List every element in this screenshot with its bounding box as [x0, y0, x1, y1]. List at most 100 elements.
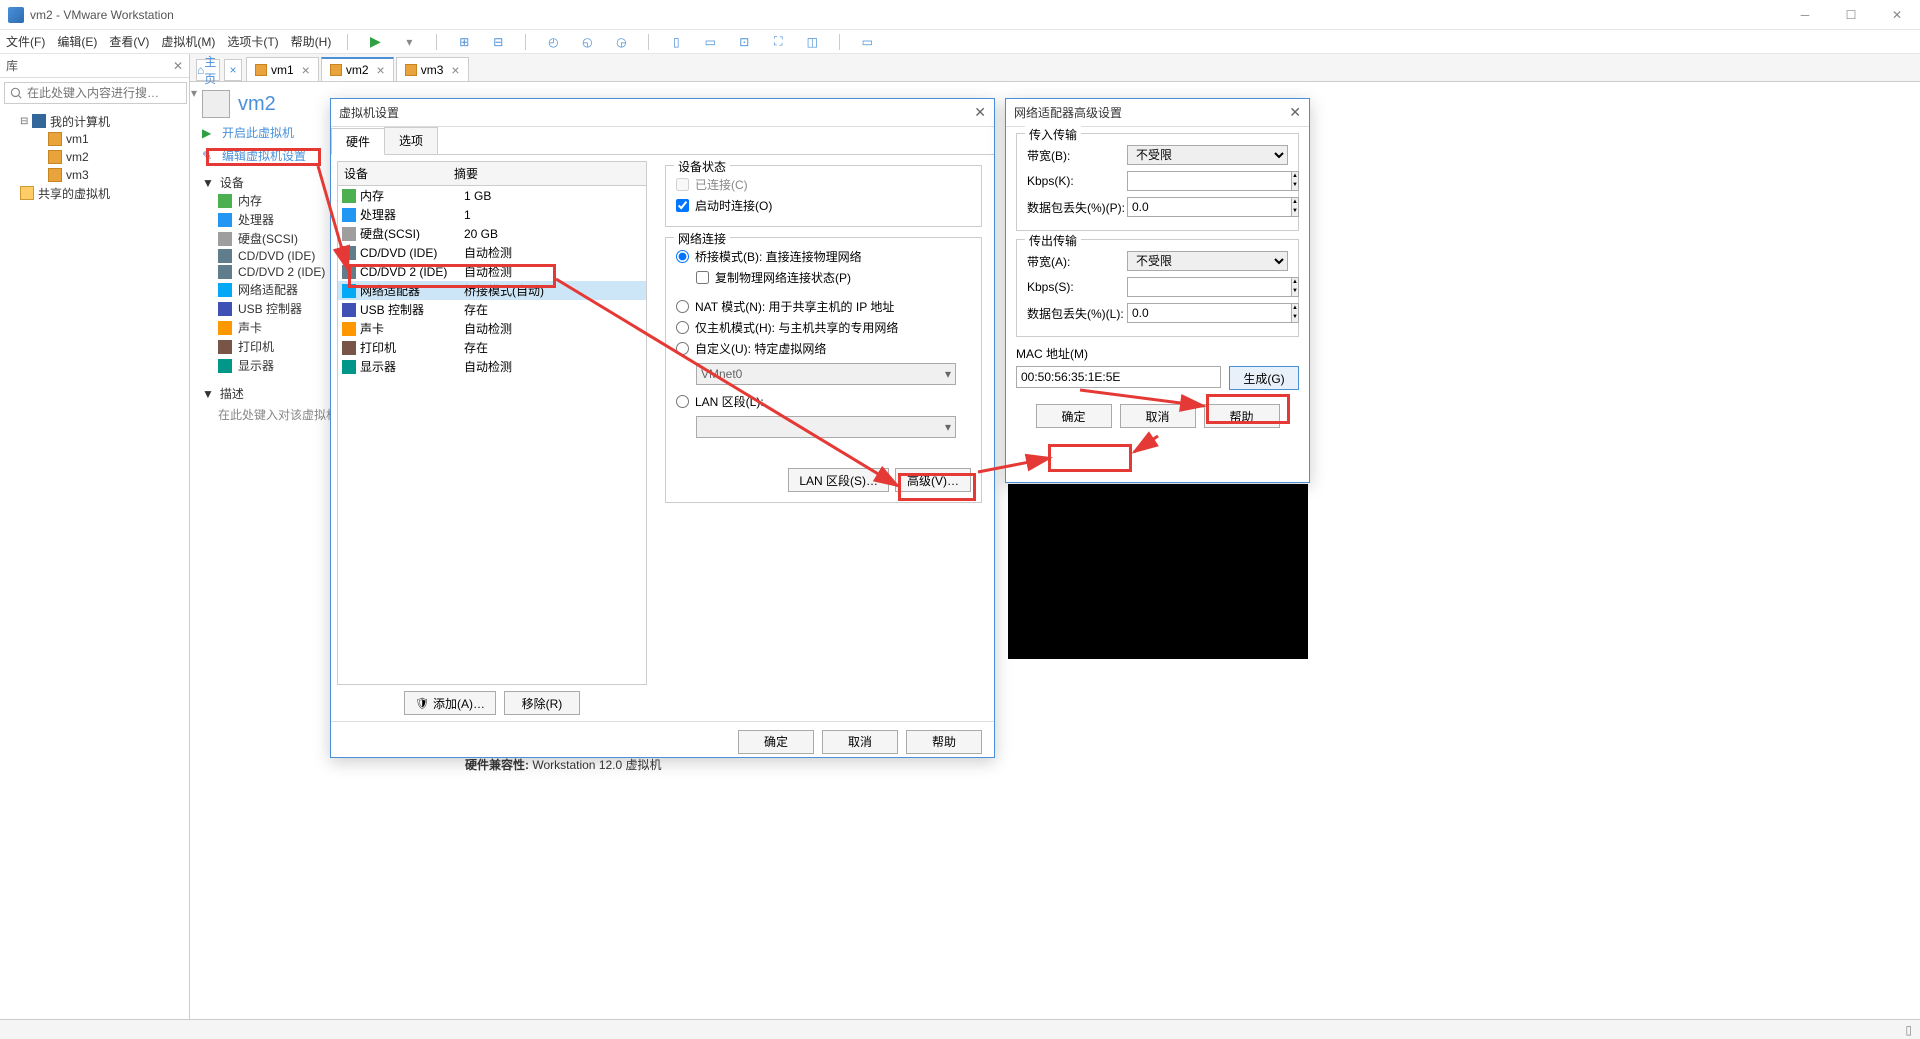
bandwidth-in-select[interactable]: 不受限: [1127, 145, 1288, 165]
close-icon[interactable]: ×: [302, 62, 310, 78]
hw-row[interactable]: 处理器1: [338, 205, 646, 224]
hw-row[interactable]: USB 控制器存在: [338, 300, 646, 319]
tree-shared[interactable]: 共享的虚拟机: [0, 184, 189, 202]
tree-root[interactable]: ⊟ 我的计算机: [0, 112, 189, 130]
hw-row[interactable]: 打印机存在: [338, 338, 646, 357]
close-icon[interactable]: ✕: [173, 59, 183, 73]
tab-vm3[interactable]: vm3×: [396, 57, 469, 81]
ok-button[interactable]: 确定: [738, 730, 814, 754]
loss-in-spinner[interactable]: ▲▼: [1127, 197, 1205, 217]
device-icon: [218, 213, 232, 227]
cancel-button[interactable]: 取消: [822, 730, 898, 754]
close-button[interactable]: ✕: [1882, 8, 1912, 22]
library-search-input[interactable]: [4, 82, 187, 104]
connect-on-power-checkbox[interactable]: [676, 199, 689, 212]
device-icon: [342, 303, 356, 317]
play-icon[interactable]: ▶: [364, 32, 386, 52]
vm-icon: [48, 132, 62, 146]
snapshot-icon[interactable]: ◴: [542, 32, 564, 52]
hw-row[interactable]: 内存1 GB: [338, 186, 646, 205]
lan-segment-radio[interactable]: [676, 395, 689, 408]
hostonly-radio[interactable]: [676, 321, 689, 334]
hw-row[interactable]: 网络适配器桥接模式(自动): [338, 281, 646, 300]
replicate-checkbox[interactable]: [696, 271, 709, 284]
library-tree: ⊟ 我的计算机 vm1 vm2 vm3 共享的虚拟机: [0, 108, 189, 206]
home-button[interactable]: ⌂ 主页: [196, 59, 220, 81]
menu-tabs[interactable]: 选项卡(T): [227, 33, 278, 50]
tree-vm[interactable]: vm2: [0, 148, 189, 166]
close-icon[interactable]: ✕: [1289, 104, 1301, 121]
device-icon: [342, 284, 356, 298]
generate-button[interactable]: 生成(G): [1229, 366, 1299, 390]
menu-edit[interactable]: 编辑(E): [57, 33, 97, 50]
collapse-icon[interactable]: ⊟: [20, 116, 32, 127]
ok-button[interactable]: 确定: [1036, 404, 1112, 428]
device-icon: [218, 249, 232, 263]
menu-vm[interactable]: 虚拟机(M): [161, 33, 215, 50]
hw-row[interactable]: CD/DVD (IDE)自动检测: [338, 243, 646, 262]
network-connection-group: 网络连接 桥接模式(B): 直接连接物理网络 复制物理网络连接状态(P) NAT…: [665, 237, 982, 503]
close-icon[interactable]: ✕: [974, 104, 986, 121]
add-button[interactable]: 添加(A)…: [404, 691, 496, 715]
cancel-button[interactable]: 取消: [1120, 404, 1196, 428]
kbps-out-spinner[interactable]: ▲▼: [1127, 277, 1205, 297]
fullscreen-icon[interactable]: ⛶: [767, 32, 789, 52]
menu-file[interactable]: 文件(F): [6, 33, 45, 50]
help-button[interactable]: 帮助: [1204, 404, 1280, 428]
help-button[interactable]: 帮助: [906, 730, 982, 754]
tab-hardware[interactable]: 硬件: [331, 128, 385, 155]
separator: [525, 34, 526, 50]
tree-vm[interactable]: vm1: [0, 130, 189, 148]
close-icon[interactable]: ×: [377, 62, 385, 78]
tab-vm1[interactable]: vm1×: [246, 57, 319, 81]
close-icon[interactable]: ×: [451, 62, 459, 78]
hw-row[interactable]: 显示器自动检测: [338, 357, 646, 376]
network-advanced-dialog: 网络适配器高级设置 ✕ 传入传输 带宽(B): 不受限 Kbps(K): ▲▼ …: [1005, 98, 1310, 483]
col-device: 设备: [338, 162, 448, 185]
tool-icon[interactable]: ⊟: [487, 32, 509, 52]
device-icon: [342, 246, 356, 260]
minimize-button[interactable]: ─: [1790, 8, 1820, 22]
custom-radio[interactable]: [676, 342, 689, 355]
bridged-radio[interactable]: [676, 250, 689, 263]
settings-icon: ✎: [202, 149, 216, 163]
bandwidth-out-select[interactable]: 不受限: [1127, 251, 1288, 271]
hw-row[interactable]: 硬盘(SCSI)20 GB: [338, 224, 646, 243]
unity-icon[interactable]: ◫: [801, 32, 823, 52]
loss-out-spinner[interactable]: ▲▼: [1127, 303, 1205, 323]
advanced-button[interactable]: 高级(V)…: [895, 468, 971, 492]
snapshot-manager-icon[interactable]: ◶: [610, 32, 632, 52]
status-bar: ▯: [0, 1019, 1920, 1039]
tool-icon[interactable]: ▭: [856, 32, 878, 52]
vm-settings-dialog: 虚拟机设置 ✕ 硬件 选项 设备 摘要 内存1 GB处理器1硬盘(SCSI)20…: [330, 98, 995, 758]
maximize-button[interactable]: ☐: [1836, 8, 1866, 22]
lan-segments-button[interactable]: LAN 区段(S)…: [788, 468, 889, 492]
close-tab-icon[interactable]: ×: [224, 59, 242, 81]
dialog-title: 虚拟机设置 ✕: [331, 99, 994, 127]
vmnet-combo: VMnet0▾: [696, 363, 956, 385]
vm-icon: [48, 150, 62, 164]
mac-input[interactable]: [1016, 366, 1221, 388]
menu-view[interactable]: 查看(V): [109, 33, 149, 50]
tab-vm2[interactable]: vm2×: [321, 57, 394, 81]
library-header: 库 ✕: [0, 54, 189, 78]
device-icon: [342, 208, 356, 222]
dialog-title: 网络适配器高级设置 ✕: [1006, 99, 1309, 127]
device-icon: [342, 322, 356, 336]
snapshot-icon[interactable]: ◵: [576, 32, 598, 52]
hw-row[interactable]: CD/DVD 2 (IDE)自动检测: [338, 262, 646, 281]
hw-row[interactable]: 声卡自动检测: [338, 319, 646, 338]
tool-icon[interactable]: ⊞: [453, 32, 475, 52]
tree-vm[interactable]: vm3: [0, 166, 189, 184]
nat-radio[interactable]: [676, 300, 689, 313]
device-icon: [218, 321, 232, 335]
tab-options[interactable]: 选项: [384, 127, 438, 154]
remove-button[interactable]: 移除(R): [504, 691, 580, 715]
titlebar: vm2 - VMware Workstation ─ ☐ ✕: [0, 0, 1920, 30]
view-icon[interactable]: ⊡: [733, 32, 755, 52]
kbps-in-spinner[interactable]: ▲▼: [1127, 171, 1205, 191]
dropdown-icon[interactable]: ▾: [398, 32, 420, 52]
menu-help[interactable]: 帮助(H): [291, 33, 332, 50]
view-icon[interactable]: ▯: [665, 32, 687, 52]
view-icon[interactable]: ▭: [699, 32, 721, 52]
